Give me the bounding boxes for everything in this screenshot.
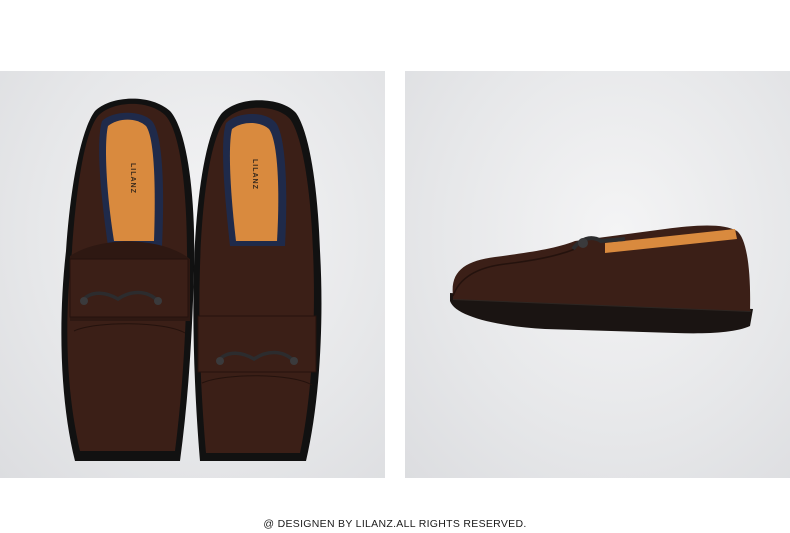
copyright-footer: @ DESIGNEN BY LILANZ.ALL RIGHTS RESERVED… <box>263 518 527 530</box>
left-shoe: LILANZ <box>61 98 195 461</box>
insole-logo-left: LILANZ <box>129 163 136 194</box>
side-shoe <box>450 225 753 334</box>
insole-logo-right: LILANZ <box>251 159 258 190</box>
photo-side-view <box>405 71 790 478</box>
photo-top-view: LILANZ LILANZ <box>0 71 385 478</box>
loafer-side-illustration <box>450 225 753 334</box>
right-shoe: LILANZ <box>193 100 322 462</box>
loafers-top-illustration: LILANZ LILANZ <box>61 98 322 462</box>
